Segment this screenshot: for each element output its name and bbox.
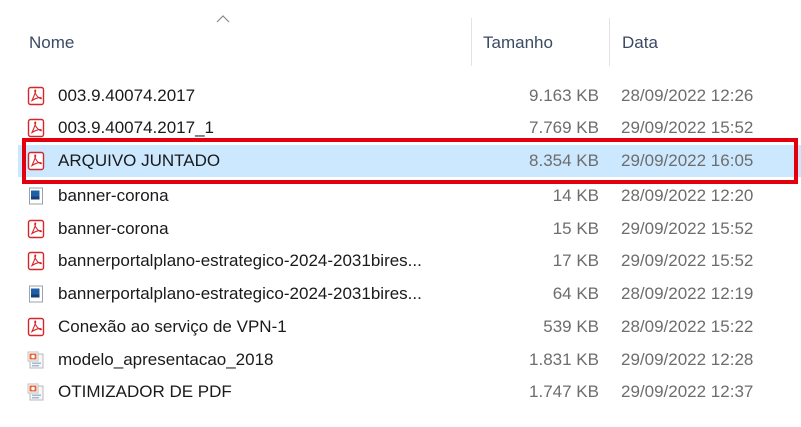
file-size: 15 KB — [552, 219, 599, 238]
column-name-header[interactable]: Nome — [29, 33, 74, 53]
file-date: 28/09/2022 12:19 — [621, 284, 754, 303]
file-row[interactable]: 003.9.40074.2017 9.163 KB 28/09/2022 12:… — [18, 80, 801, 112]
column-size-header[interactable]: Tamanho — [483, 33, 553, 53]
file-name: modelo_apresentacao_2018 — [58, 350, 274, 369]
presentation-icon — [27, 383, 44, 401]
file-date: 28/09/2022 12:26 — [621, 86, 754, 105]
file-size: 17 KB — [552, 251, 599, 270]
file-name: bannerportalplano-estrategico-2024-2031b… — [58, 284, 422, 303]
image-icon — [29, 187, 43, 205]
file-name: 003.9.40074.2017 — [58, 86, 196, 105]
column-divider[interactable] — [609, 18, 610, 66]
file-date: 28/09/2022 12:20 — [621, 186, 754, 205]
file-date: 29/09/2022 15:52 — [621, 118, 754, 137]
file-name: banner-corona — [58, 219, 169, 238]
pdf-icon — [27, 118, 45, 138]
file-row[interactable]: Conexão ao serviço de VPN-1 539 KB 28/09… — [18, 311, 801, 343]
file-name: 003.9.40074.2017_1 — [58, 118, 214, 137]
column-header: Nome Tamanho Data — [0, 0, 801, 80]
file-date: 29/09/2022 15:52 — [621, 251, 754, 270]
file-size: 64 KB — [552, 284, 599, 303]
file-size: 14 KB — [552, 186, 599, 205]
file-date: 29/09/2022 12:37 — [621, 382, 754, 401]
file-date: 29/09/2022 15:52 — [621, 219, 754, 238]
file-name: OTIMIZADOR DE PDF — [58, 382, 232, 401]
file-row[interactable]: 003.9.40074.2017_1 7.769 KB 29/09/2022 1… — [18, 112, 801, 144]
pdf-icon — [27, 219, 45, 239]
file-name: banner-corona — [58, 186, 169, 205]
image-icon — [29, 285, 43, 303]
file-name: ARQUIVO JUNTADO — [58, 151, 221, 170]
file-date: 29/09/2022 12:28 — [621, 350, 754, 369]
file-name: bannerportalplano-estrategico-2024-2031b… — [58, 251, 422, 270]
file-date: 29/09/2022 16:05 — [621, 151, 754, 170]
pdf-icon — [27, 151, 45, 171]
file-size: 9.163 KB — [529, 86, 599, 105]
file-name: Conexão ao serviço de VPN-1 — [58, 317, 287, 336]
file-row-selected[interactable]: ARQUIVO JUNTADO 8.354 KB 29/09/2022 16:0… — [18, 145, 801, 177]
file-row[interactable]: bannerportalplano-estrategico-2024-2031b… — [18, 245, 801, 277]
file-row[interactable]: modelo_apresentacao_2018 1.831 KB 29/09/… — [18, 344, 801, 376]
presentation-icon — [27, 351, 44, 369]
pdf-icon — [27, 317, 45, 337]
sort-ascending-icon[interactable] — [216, 14, 230, 24]
file-row[interactable]: OTIMIZADOR DE PDF 1.747 KB 29/09/2022 12… — [18, 376, 801, 408]
file-size: 1.831 KB — [529, 350, 599, 369]
file-row[interactable]: bannerportalplano-estrategico-2024-2031b… — [18, 278, 801, 310]
file-row[interactable]: banner-corona 15 KB 29/09/2022 15:52 — [18, 213, 801, 245]
file-size: 1.747 KB — [529, 382, 599, 401]
pdf-icon — [27, 251, 45, 271]
pdf-icon — [27, 86, 45, 106]
file-size: 539 KB — [543, 317, 599, 336]
column-date-header[interactable]: Data — [622, 33, 658, 53]
column-divider[interactable] — [471, 18, 472, 66]
file-date: 28/09/2022 15:22 — [621, 317, 754, 336]
file-size: 7.769 KB — [529, 118, 599, 137]
file-row[interactable]: banner-corona 14 KB 28/09/2022 12:20 — [18, 180, 801, 212]
file-size: 8.354 KB — [529, 151, 599, 170]
